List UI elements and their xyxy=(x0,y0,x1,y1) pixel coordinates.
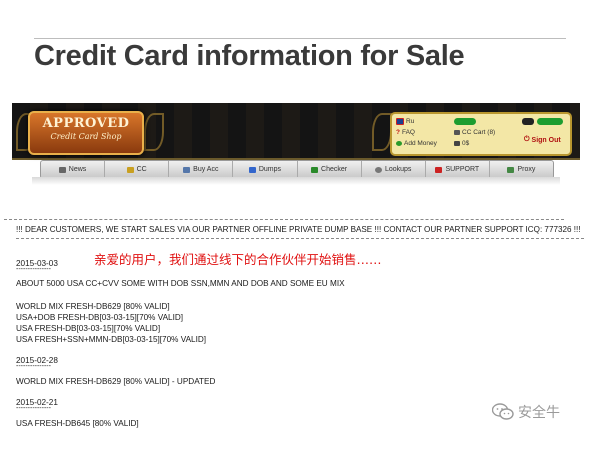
nav-news[interactable]: News xyxy=(41,161,106,178)
language-switch[interactable]: Ru xyxy=(396,118,414,125)
nav-label: News xyxy=(68,166,87,173)
cart-icon xyxy=(454,130,460,135)
lookup-icon xyxy=(374,166,382,173)
uk-flag-icon xyxy=(396,118,404,125)
ornament-mid-icon xyxy=(144,113,164,151)
announcement-bottom-border xyxy=(16,238,584,239)
sign-out-button[interactable]: ⏻ Sign Out xyxy=(524,136,561,144)
news-note-1: ABOUT 5000 USA CC+CVV SOME WITH DOB SSN,… xyxy=(16,279,345,288)
nav-label: CC xyxy=(136,166,147,173)
shop-banner: APPROVED Credit Card Shop Ru ? FAQ Add M… xyxy=(12,103,580,160)
watermark: 安全牛 xyxy=(492,402,560,422)
dumps-icon xyxy=(248,166,256,173)
nav-label: Lookups xyxy=(384,166,412,173)
title-rule xyxy=(34,38,566,39)
logo-title: APPROVED xyxy=(42,116,130,131)
shop-screenshot: APPROVED Credit Card Shop Ru ? FAQ Add M… xyxy=(12,103,580,438)
cart-link[interactable]: CC Cart (8) xyxy=(454,129,495,136)
wallet-icon xyxy=(454,141,460,146)
status-icon xyxy=(522,118,534,125)
cart-label: CC Cart (8) xyxy=(462,129,496,136)
logo-subtitle: Credit Card Shop xyxy=(50,132,122,141)
user-indicator xyxy=(537,118,563,125)
nav-cc[interactable]: CC xyxy=(105,161,170,178)
watermark-text: 安全牛 xyxy=(518,405,560,421)
slide-title: Credit Card information for Sale xyxy=(34,40,465,72)
news-item-2: WORLD MIX FRESH-DB629 [80% VALID] - UPDA… xyxy=(16,377,216,386)
nav-checker[interactable]: Checker xyxy=(298,161,362,178)
nav-proxy[interactable]: Proxy xyxy=(490,161,553,178)
power-icon: ⏻ xyxy=(524,136,530,143)
news-separator-1: --------------- xyxy=(16,266,51,273)
balance-indicator xyxy=(454,118,476,125)
add-money-link[interactable]: Add Money xyxy=(396,140,437,147)
card-icon xyxy=(126,166,134,173)
nav-support[interactable]: SUPPORT xyxy=(426,161,490,178)
chinese-annotation: 亲爱的用户，我们通过线下的合作伙伴开始销售…… xyxy=(94,252,382,267)
news-icon xyxy=(58,166,66,173)
nav-label: Checker xyxy=(321,166,348,173)
nav-buy-acc[interactable]: Buy Acc xyxy=(169,161,234,178)
list-item: USA FRESH-DB[03-03-15][70% VALID] xyxy=(16,324,161,333)
add-money-label: Add Money xyxy=(404,140,437,147)
news-separator-2: --------------- xyxy=(16,363,51,370)
wechat-icon xyxy=(492,403,514,420)
balance-count: 0$ xyxy=(454,140,469,147)
ornament-right-icon xyxy=(372,113,392,151)
news-separator-3: --------------- xyxy=(16,405,51,412)
list-item: USA+DOB FRESH-DB[03-03-15][70% VALID] xyxy=(16,313,184,322)
list-item: USA FRESH+SSN+MMN-DB[03-03-15][70% VALID… xyxy=(16,335,207,344)
account-icon xyxy=(183,166,191,173)
nav-lookups[interactable]: Lookups xyxy=(362,161,426,178)
announcement-top-border xyxy=(4,219,564,220)
shop-logo[interactable]: APPROVED Credit Card Shop xyxy=(28,111,144,155)
nav-label: Proxy xyxy=(517,166,536,173)
nav-shadow xyxy=(32,177,560,185)
nav-dumps[interactable]: Dumps xyxy=(233,161,298,178)
question-icon: ? xyxy=(396,129,400,136)
checker-icon xyxy=(311,166,319,173)
balance-label: 0$ xyxy=(462,140,470,147)
sign-out-label: Sign Out xyxy=(531,136,561,144)
nav-label: SUPPORT xyxy=(445,166,480,173)
proxy-icon xyxy=(507,166,515,173)
nav-label: Buy Acc xyxy=(193,166,219,173)
user-panel: Ru ? FAQ Add Money CC Cart (8) 0$ ⏻ Sign… xyxy=(390,112,572,156)
announcement: !!! DEAR CUSTOMERS, WE START SALES VIA O… xyxy=(16,225,581,234)
nav-label: Dumps xyxy=(258,166,282,173)
faq-link[interactable]: ? FAQ xyxy=(396,129,415,136)
flag-icon xyxy=(435,166,443,173)
news-item-3: USA FRESH-DB645 [80% VALID] xyxy=(16,419,139,428)
list-item: WORLD MIX FRESH-DB629 [80% VALID] xyxy=(16,302,170,311)
faq-label: FAQ xyxy=(401,129,415,136)
language-label: Ru xyxy=(406,118,415,125)
money-icon xyxy=(396,141,402,146)
